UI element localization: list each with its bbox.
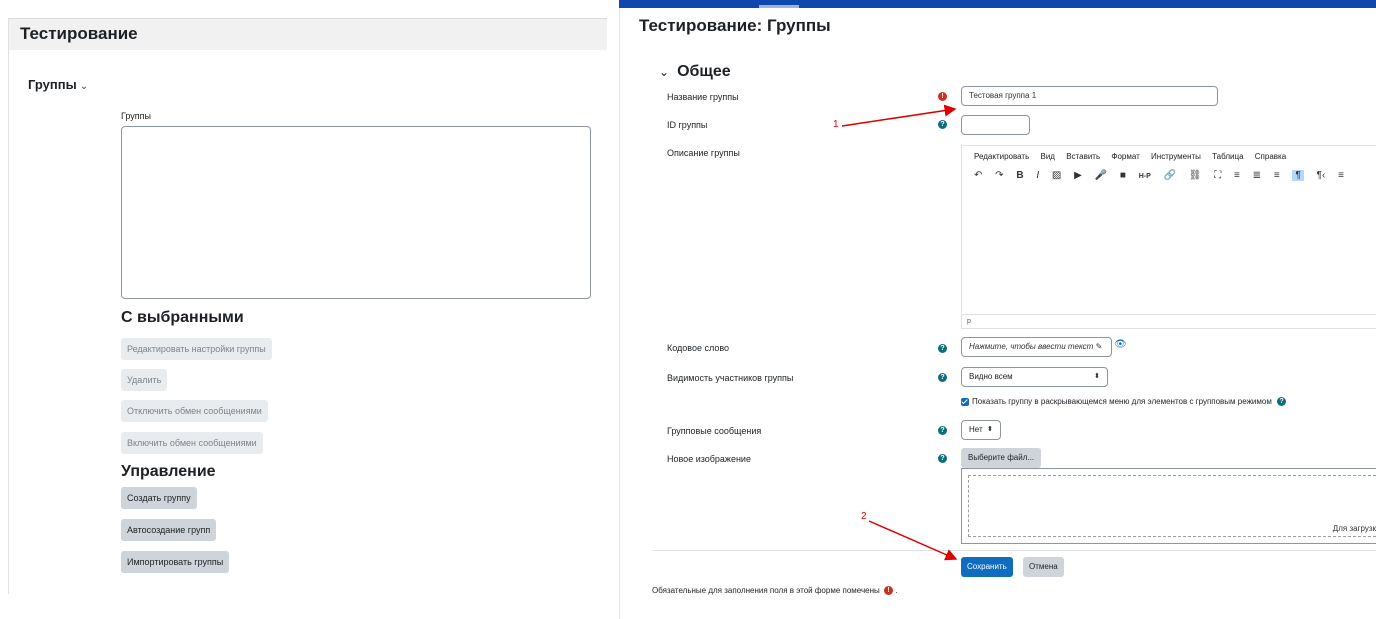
editor-menu-edit[interactable]: Редактировать (974, 152, 1029, 161)
annotation-arrow-2 (868, 520, 958, 561)
auto-create-groups-button[interactable]: Автосоздание групп (121, 519, 217, 541)
exclamation-circle-icon: ! (883, 586, 893, 596)
redo-icon[interactable]: ↷ (995, 170, 1003, 181)
eye-icon[interactable]: 👁 (1114, 339, 1127, 350)
enable-messaging-button[interactable]: Включить обмен сообщениями (121, 432, 263, 454)
question-circle-icon[interactable]: ? (938, 373, 947, 382)
cancel-button[interactable]: Отмена (1023, 557, 1064, 577)
file-drop-zone (968, 475, 1376, 537)
active-tab-indicator (759, 5, 799, 8)
enrolment-key-placeholder: Нажмите, чтобы ввести текст (969, 342, 1094, 351)
group-name-input[interactable]: Тестовая группа 1 (961, 86, 1218, 106)
editor-menu-tools[interactable]: Инструменты (1151, 152, 1201, 161)
question-circle-icon[interactable]: ? (1277, 397, 1287, 407)
annotation-label-1: 1 (833, 119, 839, 130)
align-center-icon[interactable]: ≣ (1253, 170, 1261, 181)
question-circle-icon[interactable]: ? (938, 454, 947, 463)
left-title-bar: Тестирование (9, 18, 607, 50)
unlink-icon[interactable]: ⛓ (1189, 170, 1202, 181)
enrolment-key-label: Кодовое слово (667, 343, 730, 353)
left-panel: Тестирование Группы ⌄ Группы С выбранными… (0, 0, 607, 619)
group-messaging-select[interactable]: Нет ⬍ (961, 420, 1001, 440)
group-id-label: ID группы (667, 120, 708, 130)
new-image-label: Новое изображение (667, 454, 751, 464)
editor-statusbar: p (962, 314, 1376, 328)
ltr-icon[interactable]: ¶ (1292, 170, 1304, 181)
left-border (8, 18, 9, 594)
align-left-icon[interactable]: ≡ (1234, 170, 1240, 181)
groups-listbox[interactable] (121, 126, 591, 299)
select-caret-icon: ⬍ (1094, 373, 1100, 380)
edit-group-settings-button[interactable]: Редактировать настройки группы (121, 338, 272, 360)
show-in-dropdown-row[interactable]: Показать группу в раскрывающемся меню дл… (961, 397, 1287, 407)
file-drop-area[interactable]: Для загрузк (961, 468, 1376, 544)
page-title: Тестирование (20, 24, 138, 43)
required-fields-note-end: . (895, 586, 898, 595)
form-divider (653, 550, 1376, 551)
show-in-dropdown-checkbox[interactable] (961, 397, 969, 406)
with-selected-heading: С выбранными (121, 309, 244, 326)
delete-button[interactable]: Удалить (121, 369, 168, 391)
required-fields-note: Обязательные для заполнения поля в этой … (652, 586, 898, 596)
required-fields-note-text: Обязательные для заполнения поля в этой … (652, 586, 880, 595)
editor-menu-insert[interactable]: Вставить (1066, 152, 1100, 161)
group-name-label: Название группы (667, 92, 739, 102)
editor-menubar: Редактировать Вид Вставить Формат Инстру… (974, 152, 1295, 161)
visibility-selected-value: Видно всем (969, 372, 1013, 381)
annotation-label-2: 2 (861, 511, 867, 522)
save-button[interactable]: Сохранить (961, 557, 1013, 577)
groups-list-label: Группы (121, 111, 151, 121)
record-audio-icon[interactable]: 🎤 (1095, 170, 1107, 181)
undo-icon[interactable]: ↶ (974, 170, 982, 181)
editor-menu-format[interactable]: Формат (1111, 152, 1139, 161)
italic-icon[interactable]: I (1036, 170, 1039, 181)
align-right-icon[interactable]: ≡ (1274, 170, 1280, 181)
editor-menu-help[interactable]: Справка (1255, 152, 1286, 161)
description-editor[interactable]: Редактировать Вид Вставить Формат Инстру… (961, 145, 1376, 329)
pencil-icon: ✎ (1095, 342, 1103, 351)
group-id-input[interactable] (961, 115, 1030, 135)
show-in-dropdown-label: Показать группу в раскрывающемся меню дл… (972, 397, 1272, 406)
exclamation-circle-icon: ! (938, 92, 947, 101)
chevron-down-icon: ⌄ (659, 65, 670, 79)
top-navbar (619, 0, 1376, 8)
group-messaging-label: Групповые сообщения (667, 426, 762, 436)
create-group-button[interactable]: Создать группу (121, 487, 197, 509)
disable-messaging-button[interactable]: Отключить обмен сообщениями (121, 400, 268, 422)
group-description-label: Описание группы (667, 148, 740, 158)
right-panel-border (619, 8, 620, 619)
select-caret-icon: ⬍ (987, 426, 993, 433)
question-circle-icon[interactable]: ? (938, 120, 947, 129)
editor-toolbar: ↶ ↷ B I ▨ ▶ 🎤 ■ H-P 🔗 ⛓ ⛶ ≡ ≣ ≡ ¶ ¶‹ ≡ (974, 170, 1354, 181)
file-drop-text: Для загрузк (1332, 524, 1376, 533)
h5p-icon[interactable]: H-P (1139, 173, 1151, 180)
fullscreen-icon[interactable]: ⛶ (1214, 170, 1221, 181)
group-messaging-selected-value: Нет (969, 425, 983, 434)
bold-icon[interactable]: B (1016, 170, 1023, 181)
rtl-icon[interactable]: ¶‹ (1317, 170, 1326, 181)
more-icon[interactable]: ≡ (1338, 170, 1344, 181)
groups-dropdown-label: Группы (28, 77, 77, 92)
question-circle-icon[interactable]: ? (938, 344, 947, 353)
general-section-toggle[interactable]: ⌄ Общее (659, 63, 731, 81)
form-title: Тестирование: Группы (639, 16, 831, 35)
editor-menu-table[interactable]: Таблица (1212, 152, 1243, 161)
visibility-select[interactable]: Видно всем ⬍ (961, 367, 1108, 387)
link-icon[interactable]: 🔗 (1164, 170, 1176, 181)
chevron-down-icon: ⌄ (79, 81, 89, 92)
choose-file-button[interactable]: Выберите файл... (961, 448, 1042, 468)
visibility-label: Видимость участников группы (667, 373, 794, 383)
import-groups-button[interactable]: Импортировать группы (121, 551, 230, 573)
manage-heading: Управление (121, 463, 216, 480)
question-circle-icon[interactable]: ? (938, 426, 947, 435)
right-panel: Тестирование: Группы ⌄ Общее Название гру… (619, 0, 1376, 619)
general-section-label: Общее (677, 63, 731, 80)
enrolment-key-input[interactable]: Нажмите, чтобы ввести текст ✎ (961, 337, 1112, 357)
image-icon[interactable]: ▨ (1052, 170, 1061, 181)
record-video-icon[interactable]: ■ (1120, 170, 1126, 181)
groups-dropdown[interactable]: Группы ⌄ (28, 77, 88, 92)
editor-menu-view[interactable]: Вид (1041, 152, 1055, 161)
media-icon[interactable]: ▶ (1074, 170, 1082, 181)
